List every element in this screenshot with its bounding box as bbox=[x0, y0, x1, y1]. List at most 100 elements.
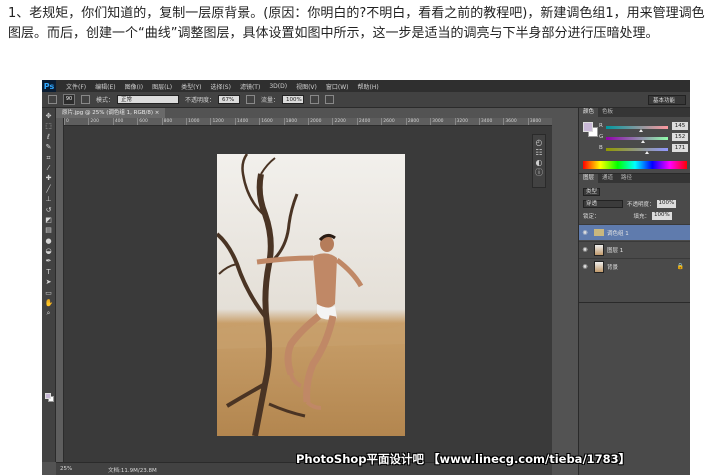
menu-view[interactable]: 视图(V) bbox=[296, 82, 317, 91]
shape-icon[interactable]: ▭ bbox=[45, 289, 53, 297]
dodge-icon[interactable]: ◒ bbox=[45, 247, 53, 255]
lock-fill-row: 锁定： 填充： 100% bbox=[583, 211, 672, 220]
layer-thumbnail bbox=[594, 243, 604, 256]
ruler-tick: 1800 bbox=[283, 118, 308, 125]
layer-kind-filter[interactable]: 类型 bbox=[583, 187, 601, 196]
opacity-label: 不透明度： bbox=[185, 97, 216, 104]
blur-icon[interactable]: ● bbox=[45, 237, 53, 245]
pressure-size-icon[interactable] bbox=[325, 95, 335, 104]
red-slider[interactable] bbox=[606, 126, 668, 132]
layer-row-background[interactable]: ◉ 背景 🔒 bbox=[579, 258, 690, 274]
green-value-input[interactable]: 152 bbox=[672, 133, 688, 141]
ruler-tick: 2200 bbox=[332, 118, 356, 125]
menu-image[interactable]: 图像(I) bbox=[125, 82, 143, 91]
document-size: 文档:11.9M/23.8M bbox=[108, 468, 157, 474]
zoom-level[interactable]: 25% bbox=[60, 466, 72, 472]
move-icon[interactable]: ✥ bbox=[45, 112, 53, 120]
ruler-tick: 3000 bbox=[430, 118, 454, 125]
info-panel-icon[interactable]: ⓘ bbox=[535, 168, 543, 178]
stamp-icon[interactable]: ⊥ bbox=[45, 195, 53, 203]
quick-select-icon[interactable]: ✎ bbox=[45, 143, 53, 151]
opacity-input[interactable]: 67% bbox=[218, 95, 241, 104]
menu-window[interactable]: 窗口(W) bbox=[326, 82, 349, 91]
eraser-icon[interactable]: ◩ bbox=[45, 216, 53, 224]
adjustments-panel-icon[interactable]: ◐ bbox=[536, 158, 543, 168]
brush-tool-preset-icon[interactable] bbox=[48, 95, 57, 104]
layer-row-copy[interactable]: ◉ 图层 1 bbox=[579, 241, 690, 257]
ruler-tick: 200 bbox=[88, 118, 112, 125]
green-slider[interactable] bbox=[606, 137, 668, 143]
flow-input[interactable]: 100% bbox=[282, 95, 305, 104]
ruler-tick: 0 bbox=[64, 118, 88, 125]
brush-icon[interactable]: ╱ bbox=[45, 185, 53, 193]
layer-row-group[interactable]: ◉ 调色组 1 bbox=[579, 224, 690, 240]
layer-name: 图层 1 bbox=[607, 247, 624, 254]
pen-icon[interactable]: ✒ bbox=[45, 257, 53, 265]
crop-icon[interactable]: ⌗ bbox=[45, 154, 53, 162]
fill-input[interactable]: 100% bbox=[652, 211, 672, 220]
menu-3d[interactable]: 3D(D) bbox=[269, 83, 287, 90]
zoom-icon[interactable]: ⌕ bbox=[45, 309, 53, 317]
path-select-icon[interactable]: ➤ bbox=[45, 278, 53, 286]
tab-color[interactable]: 颜色 bbox=[579, 108, 599, 117]
layer-opacity-input[interactable]: 100% bbox=[656, 199, 677, 208]
color-spectrum[interactable] bbox=[583, 161, 687, 169]
healing-icon[interactable]: ✚ bbox=[45, 174, 53, 182]
red-value-input[interactable]: 145 bbox=[672, 122, 688, 130]
visibility-eye-icon[interactable]: ◉ bbox=[579, 229, 591, 236]
blue-value-input[interactable]: 171 bbox=[672, 144, 688, 152]
hand-icon[interactable]: ✋ bbox=[45, 299, 54, 307]
ruler-tick: 1200 bbox=[210, 118, 234, 125]
visibility-eye-icon[interactable]: ◉ bbox=[579, 263, 591, 270]
menu-layer[interactable]: 图层(L) bbox=[152, 82, 172, 91]
brush-size-picker[interactable]: 90 bbox=[63, 94, 75, 105]
brush-panel-toggle-icon[interactable] bbox=[81, 95, 90, 104]
blend-mode-select[interactable]: 穿透 bbox=[583, 199, 623, 208]
menu-select[interactable]: 选择(S) bbox=[210, 82, 231, 91]
blue-slider[interactable] bbox=[606, 148, 668, 154]
tab-paths[interactable]: 路径 bbox=[617, 174, 636, 183]
workspace-preset-select[interactable]: 基本功能 bbox=[648, 95, 686, 105]
pressure-opacity-icon[interactable] bbox=[246, 95, 256, 104]
gradient-icon[interactable]: ▤ bbox=[45, 226, 53, 234]
tab-swatches[interactable]: 色板 bbox=[598, 108, 617, 117]
ruler-tick: 800 bbox=[161, 118, 186, 125]
menu-edit[interactable]: 编辑(E) bbox=[95, 82, 115, 91]
panel-foreground-swatch[interactable] bbox=[583, 122, 593, 132]
document-tab[interactable]: 原片.jpg @ 25% (调色组 1, RGB/8) × bbox=[56, 108, 166, 118]
ruler-tick: 1000 bbox=[186, 118, 210, 125]
airbrush-icon[interactable] bbox=[310, 95, 320, 104]
flow-label: 流量： bbox=[261, 97, 280, 104]
history-panel-icon[interactable]: ◴ bbox=[536, 138, 543, 148]
menu-type[interactable]: 类型(Y) bbox=[181, 82, 201, 91]
ruler-tick: 600 bbox=[137, 118, 161, 125]
foreground-color-swatch[interactable] bbox=[45, 393, 51, 399]
visibility-eye-icon[interactable]: ◉ bbox=[579, 246, 591, 253]
lasso-icon[interactable]: ℓ bbox=[45, 133, 53, 141]
blue-slider-label: B bbox=[599, 145, 603, 151]
photo-canvas[interactable] bbox=[217, 154, 405, 436]
type-icon[interactable]: T bbox=[45, 268, 53, 276]
menu-filter[interactable]: 滤镜(T) bbox=[240, 82, 260, 91]
slider-knob[interactable] bbox=[640, 140, 645, 143]
marquee-icon[interactable]: ⬚ bbox=[45, 122, 53, 130]
lock-icon: 🔒 bbox=[676, 263, 684, 270]
ruler-tick: 3400 bbox=[478, 118, 503, 125]
eyedropper-icon[interactable]: ⁄ bbox=[45, 164, 53, 172]
mode-select[interactable]: 正常 bbox=[117, 95, 180, 104]
color-panel: R 145 G 152 B 171 bbox=[579, 117, 690, 174]
vertical-ruler bbox=[56, 118, 64, 462]
slider-knob[interactable] bbox=[638, 129, 643, 132]
history-brush-icon[interactable]: ↺ bbox=[45, 206, 53, 214]
slider-knob[interactable] bbox=[645, 151, 650, 154]
tab-channels[interactable]: 通道 bbox=[598, 174, 617, 183]
right-panels: 颜色 色板 R 145 G 152 B 171 图层 通道 路径 类型 穿透 不… bbox=[578, 108, 690, 475]
menu-help[interactable]: 帮助(H) bbox=[358, 82, 379, 91]
menu-bar: Ps 文件(F) 编辑(E) 图像(I) 图层(L) 类型(Y) 选择(S) 滤… bbox=[42, 80, 690, 92]
site-watermark: PhotoShop平面设计吧 【www.linecg.com/tieba/178… bbox=[296, 452, 631, 466]
menu-file[interactable]: 文件(F) bbox=[66, 82, 86, 91]
properties-panel-icon[interactable]: ☷ bbox=[535, 148, 542, 158]
canvas-area[interactable] bbox=[64, 126, 552, 462]
tab-layers[interactable]: 图层 bbox=[579, 174, 599, 183]
photoshop-logo: Ps bbox=[42, 80, 56, 92]
